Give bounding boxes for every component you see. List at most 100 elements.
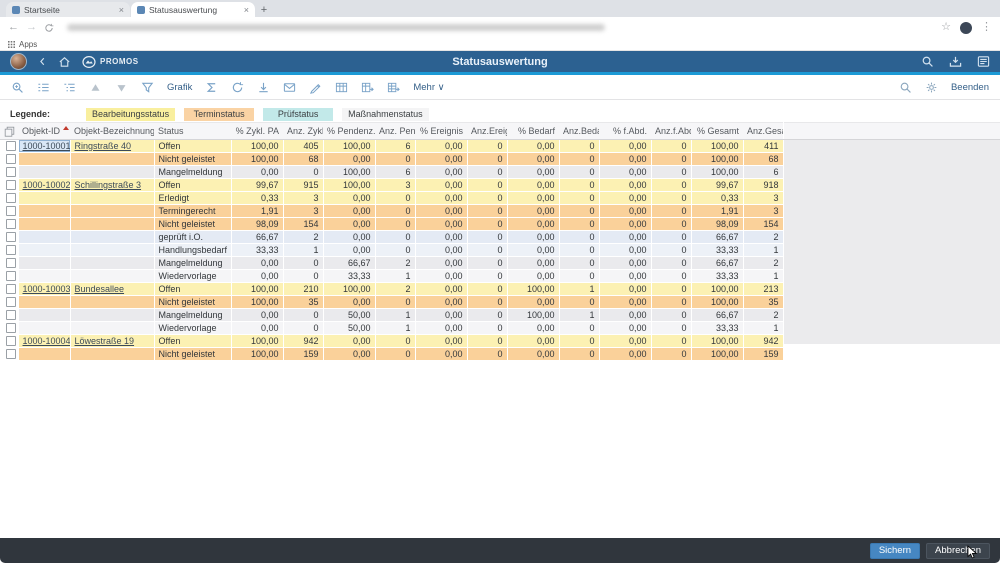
table-icon[interactable] [335,81,348,94]
col-pendenz[interactable]: % Pendenz. [323,123,375,140]
tab-startseite[interactable]: Startseite × [6,2,130,17]
forward-icon[interactable]: → [26,22,37,33]
object-name-cell[interactable]: Ringstraße 40 [70,140,154,153]
table-row: geprüft i.O.66,6720,0000,0000,0000,00066… [0,231,783,244]
object-name-link[interactable]: Schillingstraße 3 [75,180,142,190]
sign-icon[interactable] [309,81,322,94]
row-checkbox[interactable] [6,258,16,268]
col-status[interactable]: Status [154,123,231,140]
value-cell: 0,33 [231,192,283,205]
col-objekt-id[interactable]: Objekt-ID [18,123,70,140]
col-anz-f-abd[interactable]: Anz.f.Abd. [651,123,691,140]
mehr-dropdown[interactable]: Mehr ∨ [413,82,444,93]
object-id-link[interactable]: 1000-10003 [23,284,71,294]
col-anz-bedarf[interactable]: Anz.Bedarf [559,123,599,140]
object-name-link[interactable]: Löwestraße 19 [75,336,135,346]
sum-icon[interactable] [205,81,218,94]
object-id-cell[interactable]: 1000-10002 [18,179,70,192]
filter-icon[interactable] [141,81,154,94]
row-checkbox[interactable] [6,193,16,203]
object-name-link[interactable]: Ringstraße 40 [75,141,132,151]
row-checkbox[interactable] [6,206,16,216]
tab-close-icon[interactable]: × [119,5,124,15]
value-cell: 0 [467,244,507,257]
header-log-icon[interactable] [977,55,990,68]
apps-bookmark-label[interactable]: Apps [19,40,37,49]
row-checkbox[interactable] [6,310,16,320]
beenden-button[interactable]: Beenden [951,82,989,93]
browser-profile-avatar[interactable] [960,22,972,34]
bookmark-star-icon[interactable]: ☆ [941,22,951,33]
row-checkbox[interactable] [6,180,16,190]
col-anz-pend[interactable]: Anz. Pend. [375,123,415,140]
header-inbox-download-icon[interactable] [949,55,962,68]
user-avatar[interactable] [10,53,27,70]
row-checkbox[interactable] [6,284,16,294]
select-all-header[interactable] [0,123,18,140]
col-bedarf[interactable]: % Bedarf [507,123,559,140]
sort-descending-icon[interactable] [115,81,128,94]
header-search-icon[interactable] [921,55,934,68]
col-anz-ereign[interactable]: Anz.Ereign [467,123,507,140]
object-id-cell[interactable]: 1000-10001 [18,140,70,153]
value-cell: 0,00 [599,309,651,322]
value-cell: 0 [559,257,599,270]
row-checkbox[interactable] [6,141,16,151]
new-tab-button[interactable]: + [256,2,272,17]
col-f-abd[interactable]: % f.Abd. [599,123,651,140]
home-icon[interactable] [58,55,71,68]
email-icon[interactable] [283,81,296,94]
object-name-cell[interactable]: Löwestraße 19 [70,335,154,348]
settings-gear-icon[interactable] [925,81,938,94]
sort-ascending-icon[interactable] [89,81,102,94]
tab-close-icon[interactable]: × [244,5,249,15]
row-checkbox[interactable] [6,154,16,164]
value-cell: 0,00 [323,231,375,244]
col-anz-zykl[interactable]: Anz. Zykl. [283,123,323,140]
value-cell: 0,00 [415,270,467,283]
nav-back-icon[interactable] [38,56,47,67]
save-button[interactable]: Sichern [870,543,920,559]
table-row: 1000-10002Schillingstraße 3Offen99,67915… [0,179,783,192]
col-gesamt[interactable]: % Gesamt [691,123,743,140]
row-checkbox[interactable] [6,232,16,242]
tab-statusauswertung[interactable]: Statusauswertung × [131,2,255,17]
row-checkbox[interactable] [6,336,16,346]
object-name-link[interactable]: Bundesallee [75,284,125,294]
apps-grid-icon[interactable] [8,41,15,48]
object-id-cell[interactable]: 1000-10004 [18,335,70,348]
refresh-icon[interactable] [231,81,244,94]
back-icon[interactable]: ← [8,22,19,33]
col-ereignis[interactable]: % Ereignis [415,123,467,140]
object-name-cell[interactable]: Schillingstraße 3 [70,179,154,192]
search-icon[interactable] [11,81,24,94]
row-checkbox[interactable] [6,349,16,359]
tab-label: Startseite [24,5,115,15]
grafik-button[interactable]: Grafik [167,82,192,93]
detail-list-icon[interactable] [37,81,50,94]
object-id-link[interactable]: 1000-10002 [23,180,71,190]
row-checkbox[interactable] [6,297,16,307]
object-id-link[interactable]: 1000-10004 [23,336,71,346]
cancel-button[interactable]: Abbrechen [926,543,990,559]
col-anz-gesamt[interactable]: Anz.Gesamt [743,123,783,140]
reload-icon[interactable] [44,23,54,33]
value-cell: 0,00 [323,153,375,166]
row-checkbox[interactable] [6,219,16,229]
col-objekt-bezeichnung[interactable]: Objekt-Bezeichnung [70,123,154,140]
export-table-icon[interactable] [361,81,374,94]
toolbar-search-icon[interactable] [899,81,912,94]
col-zykl-pa[interactable]: % Zykl. PA [231,123,283,140]
hierarchy-list-icon[interactable] [63,81,76,94]
browser-menu-icon[interactable]: ⋮ [981,22,992,33]
download-icon[interactable] [257,81,270,94]
row-checkbox[interactable] [6,323,16,333]
row-checkbox[interactable] [6,167,16,177]
url-input[interactable] [61,21,934,34]
row-checkbox[interactable] [6,245,16,255]
object-id-cell[interactable]: 1000-10003 [18,283,70,296]
object-id-link[interactable]: 1000-10001 [23,141,71,151]
export-spreadsheet-icon[interactable] [387,81,400,94]
row-checkbox[interactable] [6,271,16,281]
object-name-cell[interactable]: Bundesallee [70,283,154,296]
